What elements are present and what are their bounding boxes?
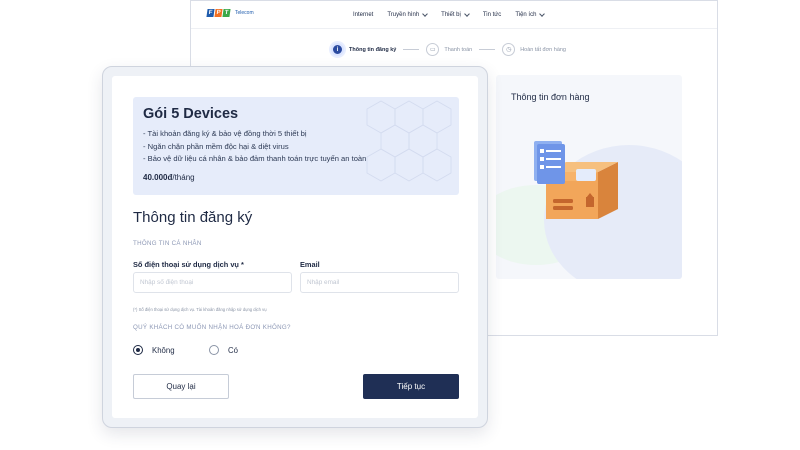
chevron-down-icon xyxy=(464,11,470,17)
nav-item-tien-ich[interactable]: Tiện ích xyxy=(515,11,546,18)
nav-item-thiet-bi[interactable]: Thiết bị xyxy=(441,11,470,18)
order-summary-panel: Thông tin đơn hàng xyxy=(496,75,682,279)
invoice-option-label: Có xyxy=(228,345,238,355)
logo-letter: F xyxy=(206,9,215,17)
step-connector xyxy=(403,49,420,50)
step-label: Hoàn tất đơn hàng xyxy=(520,46,566,53)
nav-item-internet[interactable]: Internet xyxy=(353,12,373,18)
plan-feature-list: - Tài khoản đăng ký & bảo vệ đồng thời 5… xyxy=(143,128,366,166)
hexagon-pattern-icon xyxy=(366,100,452,182)
email-label: Email xyxy=(300,260,320,269)
nav-item-label: Tiện ích xyxy=(515,12,537,18)
nav-item-label: Truyền hình xyxy=(387,12,420,18)
step-registration: i Thông tin đăng ký xyxy=(331,43,396,56)
price-amount: 40.000đ xyxy=(143,173,173,182)
card-icon: ▭ xyxy=(426,43,440,56)
plan-summary: Gói 5 Devices - Tài khoản đăng ký & bảo … xyxy=(133,97,459,195)
plan-feature: - Tài khoản đăng ký & bảo vệ đồng thời 5… xyxy=(143,129,307,138)
registration-card-frame: Gói 5 Devices - Tài khoản đăng ký & bảo … xyxy=(102,66,488,428)
logo-blocks: F P T xyxy=(206,9,231,17)
info-icon: i xyxy=(331,43,344,56)
chevron-down-icon xyxy=(422,11,428,17)
email-input[interactable] xyxy=(300,272,459,293)
radio-unselected-icon[interactable] xyxy=(209,345,219,355)
chevron-down-icon xyxy=(539,11,546,17)
plan-feature: - Ngăn chặn phần mềm độc hại & diệt viru… xyxy=(143,141,289,151)
plan-feature: - Bảo vệ dữ liệu cá nhân & bảo đảm thanh… xyxy=(143,154,367,163)
main-menu: Internet Truyền hình Thiết bị Tin tức Ti… xyxy=(353,1,546,29)
nav-item-label: Internet xyxy=(353,12,374,18)
phone-label: Số điện thoại sử dụng dịch vụ * xyxy=(133,260,244,269)
radio-selected-icon[interactable] xyxy=(133,345,143,355)
phone-input[interactable] xyxy=(133,272,292,293)
step-label: Thông tin đăng ký xyxy=(349,46,397,53)
top-navbar: F P T Telecom Internet Truyền hình Thiết… xyxy=(191,1,717,29)
plan-name: Gói 5 Devices xyxy=(143,106,239,122)
nav-item-label: Thiết bị xyxy=(441,12,461,18)
personal-info-section-label: THÔNG TIN CÁ NHÂN xyxy=(133,240,202,247)
invoice-question: QUÝ KHÁCH CÓ MUỐN NHẬN HOÁ ĐƠN KHÔNG? xyxy=(133,324,291,331)
fpt-logo[interactable]: F P T Telecom xyxy=(206,9,254,17)
form-title: Thông tin đăng ký xyxy=(133,209,253,226)
package-box-icon xyxy=(534,141,618,219)
logo-text: Telecom xyxy=(235,10,254,16)
clock-icon: ◷ xyxy=(502,43,516,56)
back-button[interactable]: Quay lại xyxy=(133,374,229,399)
step-label: Thanh toán xyxy=(444,46,473,53)
nav-item-tin-tuc[interactable]: Tin tức xyxy=(483,12,501,18)
invoice-option-no[interactable]: Không xyxy=(133,345,175,355)
plan-price: 40.000đ/tháng xyxy=(143,173,195,182)
step-payment: ▭ Thanh toán xyxy=(426,43,472,56)
invoice-option-label: Không xyxy=(152,345,175,355)
checkout-stepper: i Thông tin đăng ký ▭ Thanh toán ◷ Hoàn … xyxy=(331,43,566,56)
nav-item-label: Tin tức xyxy=(482,12,502,18)
phone-hint: (*) Số điện thoại sử dụng dịch vụ. Tài k… xyxy=(133,307,267,312)
step-complete: ◷ Hoàn tất đơn hàng xyxy=(502,43,566,56)
invoice-option-yes[interactable]: Có xyxy=(209,345,238,355)
price-unit: /tháng xyxy=(172,173,195,182)
order-summary-title: Thông tin đơn hàng xyxy=(511,92,590,102)
step-connector xyxy=(479,49,496,50)
continue-button[interactable]: Tiếp tục xyxy=(363,374,459,399)
nav-item-truyen-hinh[interactable]: Truyền hình xyxy=(387,11,428,18)
registration-card: Gói 5 Devices - Tài khoản đăng ký & bảo … xyxy=(112,76,478,418)
logo-letter: P xyxy=(214,9,223,17)
logo-letter: T xyxy=(222,9,231,17)
